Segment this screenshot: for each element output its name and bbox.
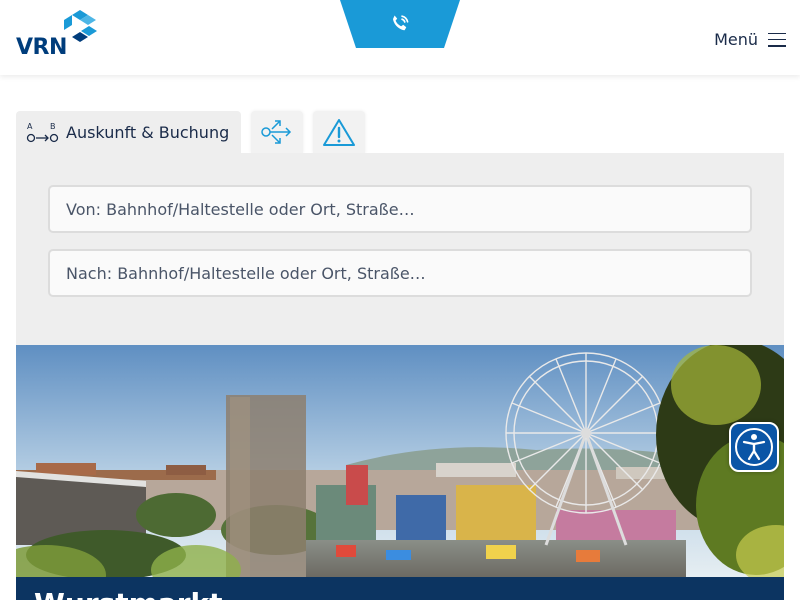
accessibility-button[interactable] [729,422,779,472]
hamburger-icon [768,32,786,47]
svg-text:B: B [50,122,56,131]
hero-title: Wurstmarkt [34,587,223,600]
tab-disruptions[interactable] [313,111,366,153]
hero-image[interactable] [16,345,784,577]
site-header: VRN Menü [0,0,800,75]
accessibility-person-icon [735,428,773,466]
journey-tabs: A B Auskunft & Buchung [16,111,366,153]
logo-mark-icon [64,10,97,42]
warning-icon [323,119,356,146]
connection-icon [261,120,292,144]
fairground-photo [16,345,784,577]
from-input[interactable] [66,187,734,231]
tab-auskunft-buchung[interactable]: A B Auskunft & Buchung [16,111,242,153]
route-ab-icon: A B [26,122,59,143]
search-panel [16,153,784,345]
to-input[interactable] [66,251,734,295]
hero-banner[interactable]: Wurstmarkt [16,577,784,600]
from-field-wrapper [48,185,752,233]
tab-connections[interactable] [251,111,304,153]
menu-button[interactable]: Menü [714,30,786,49]
tab-label: Auskunft & Buchung [66,122,230,142]
vrn-logo[interactable]: VRN [16,8,100,62]
phone-icon [393,15,409,31]
svg-text:A: A [27,122,33,131]
menu-label: Menü [714,30,758,49]
to-field-wrapper [48,249,752,297]
phone-button[interactable] [340,0,460,48]
